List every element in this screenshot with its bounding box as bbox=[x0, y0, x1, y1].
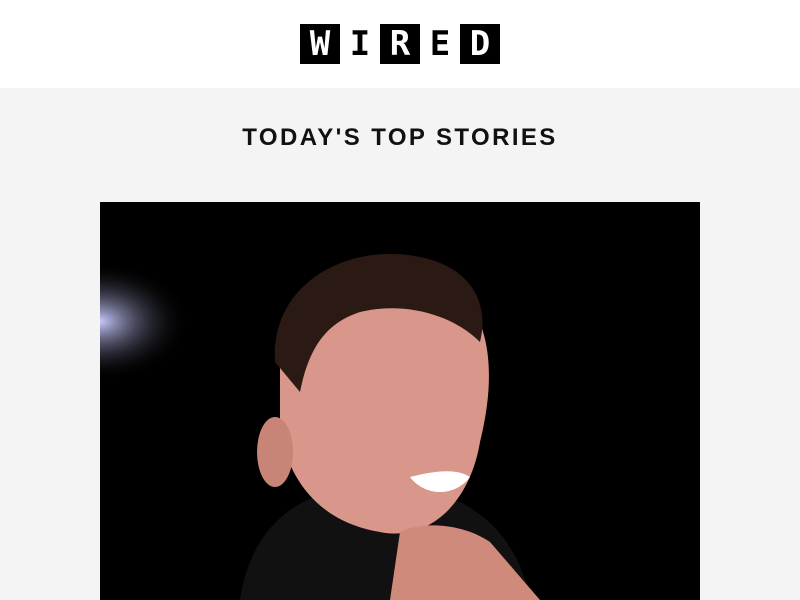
hero-image[interactable] bbox=[100, 202, 700, 600]
portrait-illustration bbox=[100, 202, 700, 600]
email-header: W I R E D bbox=[0, 0, 800, 88]
logo-letter: D bbox=[460, 24, 500, 64]
wired-logo[interactable]: W I R E D bbox=[300, 24, 500, 64]
section-title: TODAY'S TOP STORIES bbox=[242, 124, 558, 151]
logo-letter: E bbox=[420, 24, 460, 64]
logo-letter: R bbox=[380, 24, 420, 64]
logo-letter: I bbox=[340, 24, 380, 64]
logo-letter: W bbox=[300, 24, 340, 64]
